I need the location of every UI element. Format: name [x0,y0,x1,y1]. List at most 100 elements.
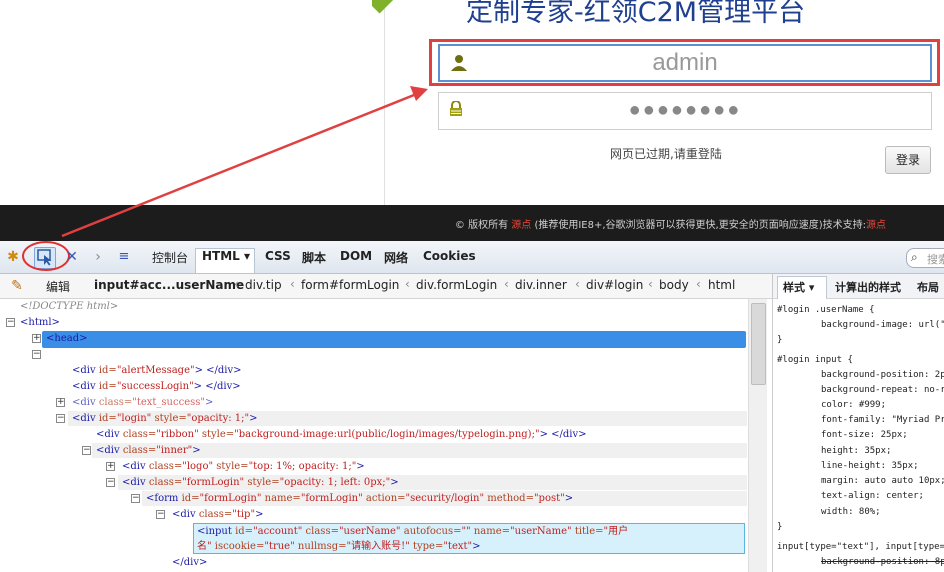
attr-name: style= [154,413,187,424]
tree-node-html[interactable]: <html> [20,315,60,330]
command-line-icon[interactable]: ≡ [115,248,133,266]
collapse-toggle[interactable]: − [6,318,15,327]
collapse-toggle[interactable]: − [106,478,115,487]
css-selector[interactable]: input[type="text"], input[type= [777,540,944,555]
tab-styles[interactable]: 样式 ▾ [783,279,814,295]
tag-close: > [249,413,258,424]
tab-layout[interactable]: 布局 [917,279,939,295]
expand-toggle[interactable]: + [106,462,115,471]
breadcrumb-item[interactable]: div#login [586,278,643,292]
footer-middle: (推荐使用IE8+,谷歌浏览器可以获得更快,更安全的页面响应速度)技术支持: [534,220,866,231]
tree-node-input[interactable]: <input id="account" class="userName" aut… [197,524,628,539]
footer-text: © 版权所有 源点 (推荐使用IE8+,谷歌浏览器可以获得更快,更安全的页面响应… [455,216,886,231]
tree-node-head[interactable]: <head> [46,331,87,346]
css-property[interactable]: line-height: 35px; [777,459,919,474]
css-property[interactable]: font-size: 25px; [777,428,908,443]
tree-node-input-cont[interactable]: 名" iscookie="true" nullmsg="请输入账号!" type… [197,539,481,554]
tree-node-body[interactable]: <body> [46,347,87,362]
tag: <form [146,493,179,504]
account-input[interactable]: admin [438,44,932,82]
css-property[interactable]: height: 35px; [777,444,891,459]
tab-script[interactable]: 脚本 [302,249,326,266]
tree-scrollbar[interactable] [748,299,767,572]
tree-node-inner[interactable]: <div class="inner"> [96,443,201,458]
collapse-toggle[interactable]: − [56,414,65,423]
css-selector[interactable]: #login .userName { [777,303,875,318]
css-property[interactable]: background-position: 2p [777,368,944,383]
css-property[interactable]: color: #999; [777,398,886,413]
tag: <div [72,413,96,424]
expand-toggle[interactable]: + [32,334,41,343]
tag: <div [122,461,146,472]
tab-console[interactable]: 控制台 [152,249,188,266]
css-brace: } [777,335,783,345]
attr-value: "inner" [156,445,193,456]
attr-name: class= [305,526,339,537]
collapse-toggle[interactable]: − [156,510,165,519]
attr-name: style= [216,461,249,472]
tree-node-login[interactable]: <div id="login" style="opacity: 1;"> [72,411,258,426]
css-property[interactable]: text-align: center; [777,489,924,504]
attr-name: class= [122,429,157,440]
firebug-icon[interactable]: ✱ [4,248,22,266]
html-tree: <!DOCTYPE html> − <html> + <head> − <bod… [0,299,747,572]
css-property[interactable]: background-repeat: no-r [777,383,944,398]
tab-dom[interactable]: DOM [340,249,372,263]
breadcrumb-item[interactable]: body [659,278,689,292]
tab-cookies[interactable]: Cookies [423,249,476,263]
tree-node-alert[interactable]: <div id="alertMessage"> </div> [72,363,242,378]
breadcrumb-item[interactable]: input#acc...userName [94,278,244,292]
tree-node-text-success[interactable]: <div class="text_success"> [72,395,213,410]
attr-value: "top: 1%; opacity: 1;" [248,461,357,472]
tree-node-tip[interactable]: <div class="tip"> [172,507,263,522]
edit-button[interactable]: 编辑 [46,278,70,295]
attr-value: "account" [253,526,303,537]
css-property-overridden[interactable]: background-position: 8p [777,555,944,570]
tab-css[interactable]: CSS [265,249,291,263]
collapse-toggle[interactable]: − [82,446,91,455]
tab-computed[interactable]: 计算出的样式 [835,279,901,295]
search-input[interactable]: ⌕ 搜索 [906,248,944,268]
footer-link-2[interactable]: 源点 [866,220,886,231]
attr-name: autofocus= [403,526,462,537]
expand-toggle[interactable]: + [56,398,65,407]
css-property[interactable]: width: 80%; [777,505,881,520]
login-button[interactable]: 登录 [885,146,931,174]
chevron-down-icon: ▾ [808,281,815,294]
breadcrumb-item[interactable]: div.formLogin [416,278,497,292]
password-input[interactable]: ●●●●●●●● [438,92,932,130]
close-icon[interactable]: ✕ [63,248,81,266]
tab-network[interactable]: 网络 [384,249,408,266]
attr-name: title= [574,526,604,537]
tree-node-formlogin-div[interactable]: <div class="formLogin" style="opacity: 1… [122,475,399,490]
breadcrumb-item[interactable]: div.tip [245,278,282,292]
tree-node-close[interactable]: </div> [172,555,207,570]
attr-name: id= [98,365,117,376]
css-property[interactable]: margin: auto auto 10px; [777,474,944,489]
css-selector[interactable]: #login input { [777,353,853,368]
tree-node-success[interactable]: <div id="successLogin"> </div> [72,379,241,394]
attr-value: "" [461,526,471,537]
styles-panel: #login .userName { background-image: url… [772,299,944,572]
attr-name: id= [98,381,117,392]
edit-icon[interactable]: ✎ [8,277,26,295]
css-property[interactable]: background-image: url(" [777,318,944,333]
footer-link-1[interactable]: 源点 [511,220,531,231]
tag: <div [96,429,120,440]
collapse-toggle[interactable]: − [131,494,140,503]
breadcrumb-item[interactable]: form#formLogin [301,278,399,292]
ribbon-corner [372,0,442,40]
devtools-panel: ✱ ✕ › ≡ 控制台 HTML ▾ CSS 脚本 DOM 网络 Cookies… [0,241,944,572]
css-property[interactable]: font-family: "Myriad Pr [777,413,944,428]
collapse-toggle[interactable]: − [32,350,41,359]
tree-node-form[interactable]: <form id="formLogin" name="formLogin" ac… [146,491,573,506]
breadcrumb-item[interactable]: html [708,278,735,292]
attr-value: "formLogin" [182,477,245,488]
chevron-right-icon[interactable]: › [89,248,107,266]
tree-node-ribbon[interactable]: <div class="ribbon" style="background-im… [96,427,587,442]
tab-html[interactable]: HTML ▾ [202,249,250,263]
scrollbar-thumb[interactable] [751,303,766,385]
tree-node-logo[interactable]: <div class="logo" style="top: 1%; opacit… [122,459,365,474]
breadcrumb-item[interactable]: div.inner [515,278,567,292]
attr-value: "login" [116,413,152,424]
